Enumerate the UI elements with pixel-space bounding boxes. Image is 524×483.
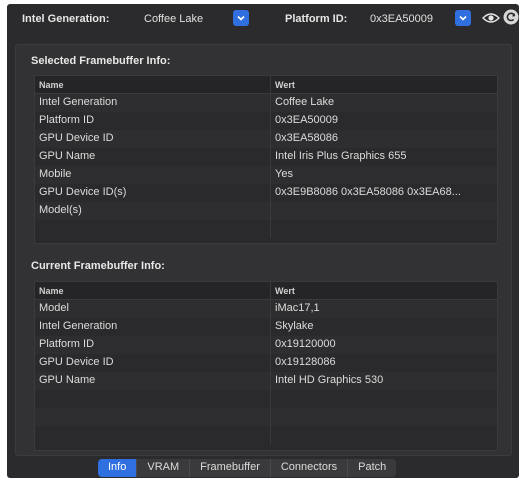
info-panel: Selected Framebuffer Info: Name Wert Int… bbox=[15, 44, 512, 456]
empty-row bbox=[35, 390, 497, 408]
row-value: 0x3EA58086 bbox=[275, 132, 338, 144]
table-row[interactable]: Mobile Yes bbox=[35, 166, 497, 184]
row-value: 0x3E9B8086 0x3EA58086 0x3EA68... bbox=[275, 186, 461, 198]
refresh-icon[interactable] bbox=[503, 9, 519, 25]
toolbar: Intel Generation: Coffee Lake Platform I… bbox=[7, 4, 519, 36]
current-framebuffer-title: Current Framebuffer Info: bbox=[31, 260, 165, 272]
platform-id-label: Platform ID: bbox=[285, 13, 348, 25]
row-value bbox=[271, 202, 497, 220]
row-value: Intel HD Graphics 530 bbox=[275, 374, 384, 386]
eye-icon[interactable] bbox=[482, 10, 500, 26]
column-header-name[interactable]: Name bbox=[35, 282, 271, 299]
row-name: GPU Device ID bbox=[35, 354, 271, 372]
table-row[interactable]: Intel Generation Coffee Lake bbox=[35, 94, 497, 112]
tab-framebuffer[interactable]: Framebuffer bbox=[190, 459, 271, 477]
row-name: Mobile bbox=[35, 166, 271, 184]
intel-generation-dropdown-button[interactable] bbox=[233, 10, 249, 26]
row-name: GPU Device ID bbox=[35, 130, 271, 148]
row-value: 0x19120000 bbox=[275, 338, 336, 350]
row-value: Skylake bbox=[275, 320, 314, 332]
column-header-value[interactable]: Wert bbox=[271, 282, 497, 299]
row-name: Intel Generation bbox=[35, 94, 271, 112]
table-row[interactable]: Platform ID 0x3EA50009 bbox=[35, 112, 497, 130]
table-row[interactable]: Intel Generation Skylake bbox=[35, 318, 497, 336]
table-row[interactable]: GPU Name Intel Iris Plus Graphics 655 bbox=[35, 148, 497, 166]
intel-generation-label: Intel Generation: bbox=[22, 13, 110, 25]
tab-bar: Info VRAM Framebuffer Connectors Patch bbox=[98, 459, 397, 477]
row-value: iMac17,1 bbox=[275, 302, 320, 314]
empty-cell bbox=[35, 390, 271, 408]
column-header-value[interactable]: Wert bbox=[271, 76, 497, 93]
row-name: GPU Name bbox=[35, 148, 271, 166]
table-header: Name Wert bbox=[35, 282, 497, 300]
tab-patch[interactable]: Patch bbox=[348, 459, 396, 477]
empty-cell bbox=[271, 390, 497, 408]
table-header: Name Wert bbox=[35, 76, 497, 94]
table-row[interactable]: GPU Device ID 0x3EA58086 bbox=[35, 130, 497, 148]
row-value: Coffee Lake bbox=[275, 96, 335, 108]
app-window: Intel Generation: Coffee Lake Platform I… bbox=[7, 4, 519, 478]
row-value: 0x19128086 bbox=[275, 356, 336, 368]
table-row[interactable]: Model iMac17,1 bbox=[35, 300, 497, 318]
row-name: Model bbox=[35, 300, 271, 318]
selected-framebuffer-title: Selected Framebuffer Info: bbox=[31, 55, 171, 67]
row-name: Platform ID bbox=[35, 112, 271, 130]
row-value: Yes bbox=[275, 168, 293, 180]
empty-cell bbox=[271, 220, 497, 238]
table-row[interactable]: Platform ID 0x19120000 bbox=[35, 336, 497, 354]
table-row[interactable]: GPU Device ID(s) 0x3E9B8086 0x3EA58086 0x… bbox=[35, 184, 497, 202]
empty-cell bbox=[271, 408, 497, 426]
table-row[interactable]: Model(s) bbox=[35, 202, 497, 220]
table-row[interactable]: GPU Device ID 0x19128086 bbox=[35, 354, 497, 372]
row-name: GPU Device ID(s) bbox=[35, 184, 271, 202]
row-value: Intel Iris Plus Graphics 655 bbox=[275, 150, 407, 162]
intel-generation-select[interactable]: Coffee Lake bbox=[144, 13, 203, 25]
row-value: 0x3EA50009 bbox=[275, 114, 338, 126]
empty-cell bbox=[35, 426, 271, 444]
row-name: GPU Name bbox=[35, 372, 271, 390]
table-row[interactable]: GPU Name Intel HD Graphics 530 bbox=[35, 372, 497, 390]
chevron-down-icon bbox=[459, 15, 467, 21]
column-header-name[interactable]: Name bbox=[35, 76, 271, 93]
tab-vram[interactable]: VRAM bbox=[137, 459, 191, 477]
chevron-down-icon bbox=[237, 15, 245, 21]
empty-row bbox=[35, 408, 497, 426]
row-name: Platform ID bbox=[35, 336, 271, 354]
empty-cell bbox=[35, 408, 271, 426]
platform-id-select[interactable]: 0x3EA50009 bbox=[370, 13, 433, 25]
platform-id-dropdown-button[interactable] bbox=[455, 10, 471, 26]
row-name: Intel Generation bbox=[35, 318, 271, 336]
tab-info[interactable]: Info bbox=[98, 459, 138, 477]
row-name: Model(s) bbox=[35, 202, 271, 220]
tab-connectors[interactable]: Connectors bbox=[271, 459, 349, 477]
empty-row bbox=[35, 426, 497, 444]
empty-cell bbox=[271, 426, 497, 444]
current-framebuffer-table: Name Wert Model iMac17,1 Intel Generation… bbox=[34, 281, 498, 451]
selected-framebuffer-table: Name Wert Intel Generation Coffee Lake Pl… bbox=[34, 75, 498, 244]
empty-cell bbox=[35, 220, 271, 238]
empty-row bbox=[35, 220, 497, 238]
